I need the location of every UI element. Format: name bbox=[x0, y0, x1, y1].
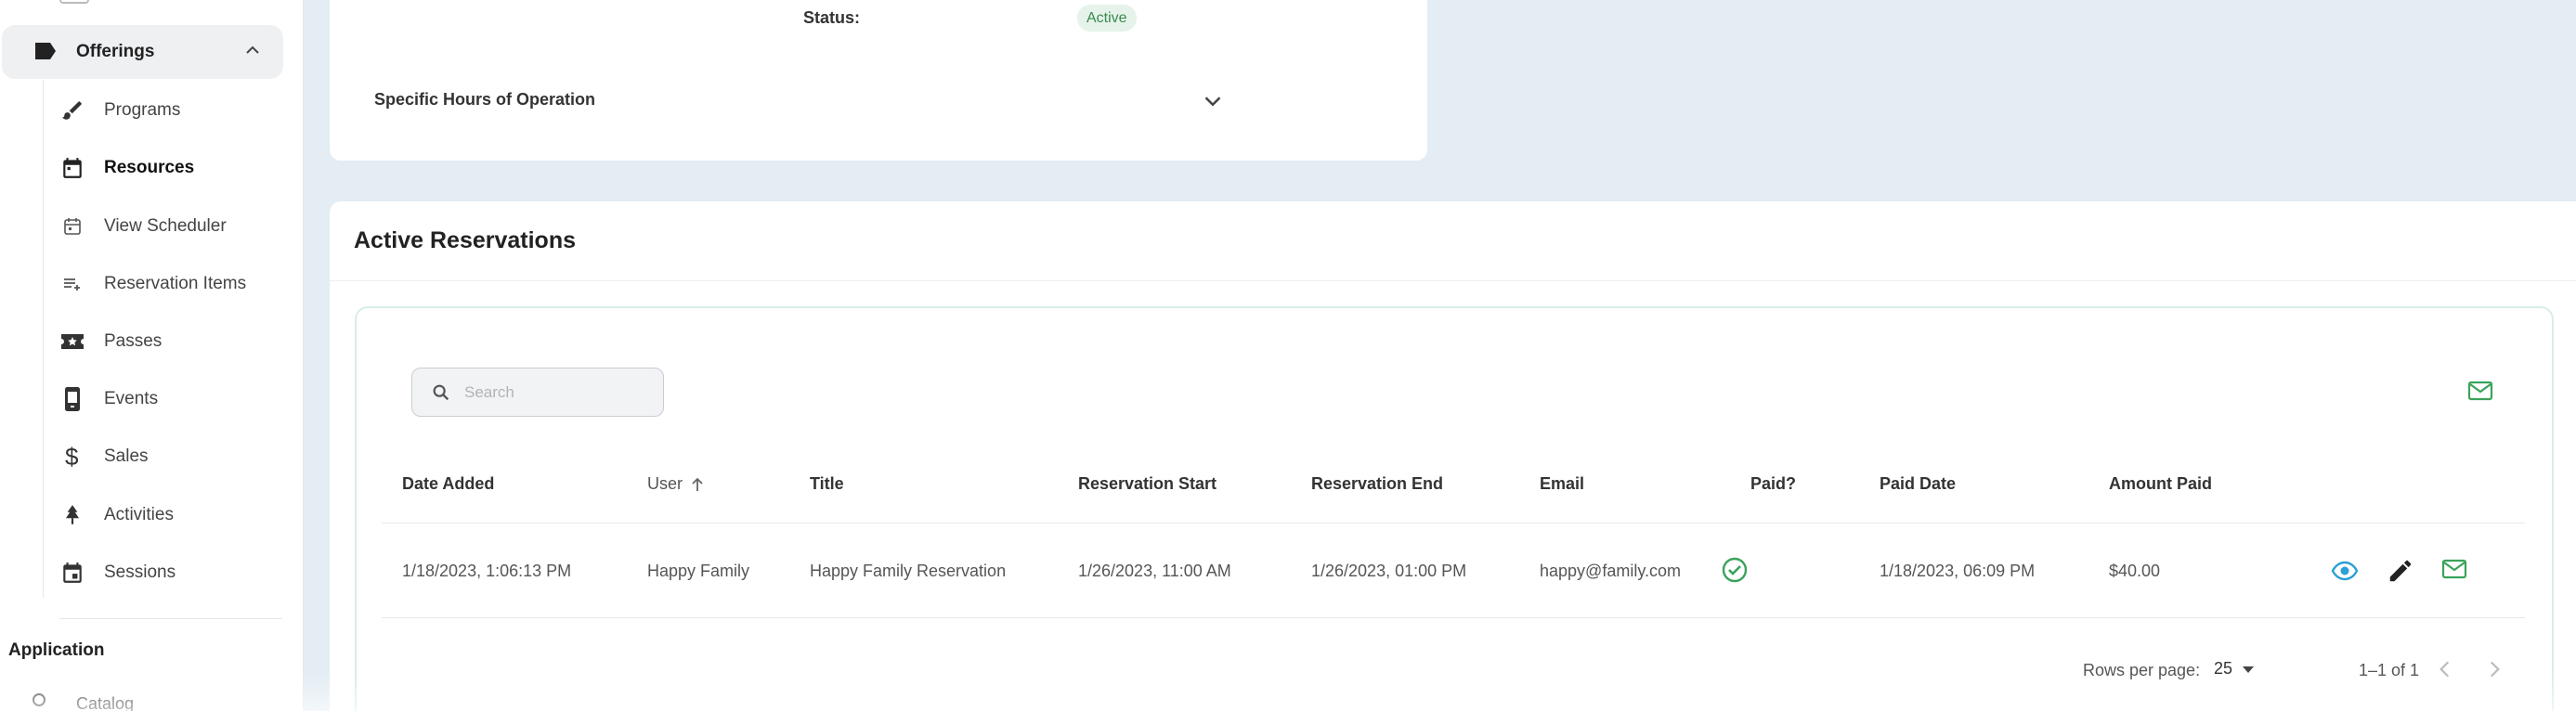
search-icon bbox=[431, 382, 451, 403]
sidebar-item-events[interactable]: Events bbox=[59, 381, 282, 418]
search-box[interactable] bbox=[411, 368, 664, 417]
reservations-table: Date Added User Title Reservation Start … bbox=[355, 306, 2554, 711]
cell-reservation-end: 1/26/2023, 01:00 PM bbox=[1311, 562, 1467, 580]
sidebar-divider bbox=[59, 618, 282, 619]
divider bbox=[330, 280, 2576, 281]
svg-text:$: $ bbox=[65, 444, 79, 470]
phone-icon bbox=[59, 386, 85, 412]
calendar-icon bbox=[59, 155, 85, 181]
sidebar-item-catalog[interactable]: Catalog bbox=[32, 692, 134, 711]
cell-amount-paid: $40.00 bbox=[2109, 562, 2161, 580]
cell-user: Happy Family bbox=[647, 562, 750, 580]
sidebar-item-passes[interactable]: Passes bbox=[59, 323, 282, 360]
sidebar-item-label: Sessions bbox=[104, 562, 176, 582]
sidebar-item-label: Resources bbox=[104, 158, 195, 177]
section-title: Active Reservations bbox=[354, 227, 577, 253]
email-icon[interactable] bbox=[2441, 557, 2467, 586]
status-badge: Active bbox=[1077, 5, 1137, 32]
sidebar-item-reservation-items[interactable]: Reservation Items bbox=[59, 265, 282, 303]
sidebar-tree-line bbox=[43, 80, 44, 598]
column-header-label: User bbox=[647, 474, 683, 493]
next-page-icon[interactable] bbox=[2482, 657, 2506, 686]
sidebar-item-resources[interactable]: Resources bbox=[59, 149, 282, 187]
pagination-range: 1–1 of 1 bbox=[2359, 661, 2420, 679]
sidebar-item-view-scheduler[interactable]: View Scheduler bbox=[59, 208, 282, 245]
sidebar-item-label: Events bbox=[104, 389, 159, 408]
cell-date-added: 1/18/2023, 1:06:13 PM bbox=[402, 562, 572, 580]
cell-title: Happy Family Reservation bbox=[810, 562, 1007, 580]
tree-icon bbox=[59, 502, 85, 528]
sidebar-item-sales[interactable]: $ Sales bbox=[59, 438, 282, 475]
sidebar-item-label: Reservation Items bbox=[104, 274, 247, 293]
column-header-email[interactable]: Email bbox=[1540, 474, 1584, 494]
column-header-paid[interactable]: Paid? bbox=[1750, 474, 1796, 494]
sidebar-item-label: Sales bbox=[104, 446, 149, 466]
sidebar: Offerings Programs Resources View Schedu… bbox=[0, 0, 304, 711]
sidebar-item-programs[interactable]: Programs bbox=[59, 92, 282, 129]
playlist-add-icon bbox=[59, 271, 85, 297]
dollar-icon: $ bbox=[59, 444, 85, 470]
column-header-title[interactable]: Title bbox=[810, 474, 844, 494]
rows-per-page-value: 25 bbox=[2214, 659, 2233, 678]
column-header-reservation-start[interactable]: Reservation Start bbox=[1078, 474, 1216, 494]
header-divider bbox=[382, 523, 2525, 524]
search-icon bbox=[32, 692, 50, 711]
reservations-card: Active Reservations Date Added User Titl… bbox=[330, 201, 2576, 711]
ticket-icon bbox=[59, 329, 85, 355]
column-header-date-added[interactable]: Date Added bbox=[402, 474, 494, 494]
row-divider bbox=[382, 617, 2525, 618]
sidebar-item-label: Catalog bbox=[76, 694, 135, 711]
sidebar-group-offerings[interactable]: Offerings bbox=[2, 25, 283, 79]
sidebar-item-label: Passes bbox=[104, 331, 163, 351]
sidebar-item-label: Activities bbox=[104, 505, 174, 524]
rows-per-page-label: Rows per page: bbox=[2083, 661, 2201, 679]
previous-page-icon[interactable] bbox=[2433, 657, 2457, 686]
email-all-icon[interactable] bbox=[2467, 380, 2493, 407]
sidebar-item-activities[interactable]: Activities bbox=[59, 497, 282, 534]
details-card: Status: Active Specific Hours of Operati… bbox=[330, 0, 1427, 161]
search-input[interactable] bbox=[464, 382, 641, 402]
rows-per-page-select[interactable]: 25 bbox=[2214, 659, 2255, 679]
cell-email: happy@family.com bbox=[1540, 562, 1681, 580]
cell-reservation-start: 1/26/2023, 11:00 AM bbox=[1078, 562, 1231, 580]
sort-ascending-icon bbox=[690, 476, 705, 493]
edit-pencil-icon[interactable] bbox=[2387, 557, 2414, 589]
column-header-amount-paid[interactable]: Amount Paid bbox=[2109, 474, 2212, 494]
sidebar-group-label: Offerings bbox=[76, 42, 155, 61]
paid-check-icon bbox=[1721, 556, 1749, 588]
column-header-user[interactable]: User bbox=[647, 474, 705, 494]
chevron-down-icon[interactable] bbox=[1199, 87, 1227, 120]
calendar-outline-icon bbox=[59, 213, 85, 239]
sidebar-item-sessions[interactable]: Sessions bbox=[59, 554, 282, 591]
chevron-up-icon[interactable] bbox=[244, 44, 261, 61]
column-header-paid-date[interactable]: Paid Date bbox=[1880, 474, 1956, 494]
sidebar-item-partial bbox=[59, 0, 89, 4]
hours-accordion-title[interactable]: Specific Hours of Operation bbox=[374, 90, 595, 110]
brush-icon bbox=[59, 97, 85, 123]
status-label: Status: bbox=[803, 8, 861, 27]
sidebar-item-label: View Scheduler bbox=[104, 216, 227, 236]
event-icon bbox=[59, 560, 85, 586]
view-eye-icon[interactable] bbox=[2331, 557, 2359, 589]
cell-paid-date: 1/18/2023, 06:09 PM bbox=[1880, 562, 2036, 580]
column-header-reservation-end[interactable]: Reservation End bbox=[1311, 474, 1443, 494]
label-tag-icon bbox=[33, 41, 58, 66]
dropdown-arrow-icon bbox=[2242, 665, 2255, 674]
sidebar-section-heading: Application bbox=[8, 640, 105, 660]
sidebar-item-label: Programs bbox=[104, 100, 181, 120]
